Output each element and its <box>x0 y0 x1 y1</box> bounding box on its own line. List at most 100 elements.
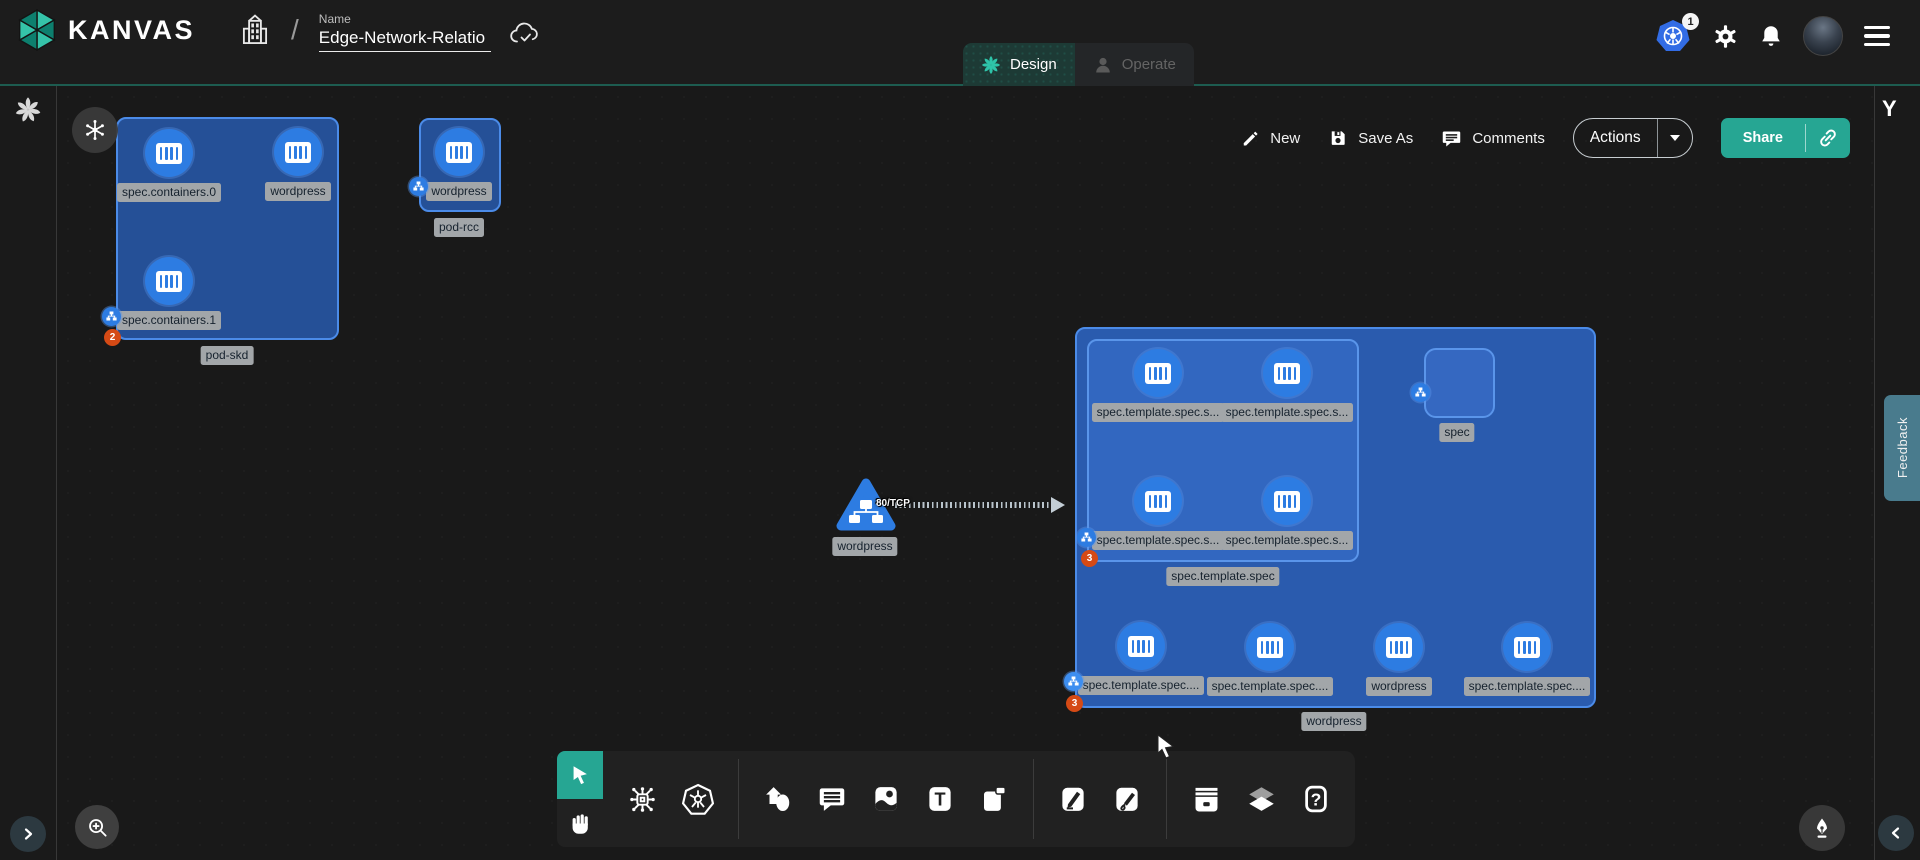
integrations-icon[interactable] <box>627 784 658 815</box>
tab-operate[interactable]: Operate <box>1075 43 1194 86</box>
node-label: spec.template.spec.... <box>1078 676 1205 695</box>
share-button[interactable]: Share <box>1721 118 1850 158</box>
spec-template-spec-label: spec.template.spec <box>1166 567 1279 586</box>
spec-relationship-badge[interactable] <box>1411 383 1430 402</box>
yaml-panel-icon[interactable]: Y <box>1882 96 1897 122</box>
kanvas-swirl-icon[interactable] <box>14 96 42 124</box>
container-node: wordpress <box>223 128 373 201</box>
kubernetes-context-icon[interactable]: 1 <box>1655 18 1693 54</box>
save-icon <box>1328 128 1348 148</box>
wordpress-deployment-label: wordpress <box>1301 712 1366 731</box>
spec-node-label: spec <box>1439 423 1474 442</box>
container-icon[interactable] <box>145 257 193 305</box>
expand-left-panel-button[interactable] <box>10 816 46 852</box>
app-header: KANVAS / <box>0 0 1920 86</box>
node-label: spec.template.spec.s... <box>1221 403 1354 422</box>
organization-icon[interactable] <box>239 13 271 47</box>
menu-icon[interactable] <box>1862 22 1892 50</box>
comment-tool-icon[interactable] <box>817 784 847 814</box>
kanvas-logo-icon <box>16 9 58 51</box>
notifications-bell-icon[interactable] <box>1758 23 1784 50</box>
template-relationship-badge[interactable] <box>1077 528 1096 547</box>
deployment-error-badge[interactable]: 3 <box>1066 695 1083 712</box>
k8s-count-badge: 1 <box>1682 13 1699 30</box>
save-as-button[interactable]: Save As <box>1328 128 1413 148</box>
feedback-label: Feedback <box>1895 417 1910 478</box>
design-name-input[interactable] <box>319 27 491 52</box>
pod-rcc-label: pod-rcc <box>434 218 484 237</box>
kubernetes-icon[interactable] <box>682 783 714 815</box>
operate-person-icon <box>1093 55 1113 75</box>
logo-text: KANVAS <box>68 15 195 46</box>
deployment-relationship-badge[interactable] <box>1064 672 1083 691</box>
node-label: spec.containers.0 <box>117 183 221 202</box>
container-icon[interactable] <box>145 129 193 177</box>
node-label: spec.template.spec.s... <box>1221 531 1354 550</box>
container-icon[interactable] <box>1263 477 1311 525</box>
shapes-tool-icon[interactable] <box>763 784 793 814</box>
note-tool-icon[interactable] <box>979 784 1009 814</box>
copy-link-icon[interactable] <box>1806 127 1850 149</box>
draw-pencil-tool-icon[interactable] <box>1112 784 1142 814</box>
node-label: spec.template.spec.s... <box>1092 403 1225 422</box>
service-edge <box>895 502 1053 508</box>
feedback-tab[interactable]: Feedback <box>1884 395 1920 501</box>
user-avatar[interactable] <box>1803 16 1843 56</box>
new-button[interactable]: New <box>1241 129 1300 148</box>
new-pencil-icon <box>1241 129 1260 148</box>
image-tool-icon[interactable] <box>871 784 901 814</box>
container-icon[interactable] <box>435 128 483 176</box>
container-icon[interactable] <box>274 128 322 176</box>
actions-dropdown-button[interactable]: Actions <box>1573 118 1693 158</box>
kanvas-app: KANVAS / <box>0 0 1920 860</box>
container-node: spec.template.spec.s... <box>1083 349 1233 422</box>
container-icon[interactable] <box>1263 349 1311 397</box>
actions-caret-icon[interactable] <box>1658 135 1692 141</box>
settings-gear-icon[interactable] <box>1712 23 1739 50</box>
text-tool-icon[interactable]: T <box>925 784 955 814</box>
zoom-button[interactable] <box>75 805 119 849</box>
container-node: spec.template.spec.... <box>1452 623 1602 696</box>
tab-design[interactable]: Design <box>963 43 1075 86</box>
pen-nib-button[interactable] <box>1799 805 1845 851</box>
pod-skd-relationship-badge[interactable] <box>102 307 121 326</box>
design-name-label: Name <box>319 12 491 26</box>
comments-button[interactable]: Comments <box>1441 128 1545 149</box>
pod-rcc-relationship-badge[interactable] <box>409 177 428 196</box>
service-edge-label: 80/TCP <box>876 498 910 509</box>
container-icon[interactable] <box>1134 477 1182 525</box>
node-label: spec.template.spec.... <box>1207 677 1334 696</box>
edit-pen-tool-icon[interactable] <box>1058 784 1088 814</box>
svg-text:T: T <box>934 789 945 809</box>
magnifier-plus-icon <box>86 816 109 839</box>
container-node: spec.containers.0 <box>94 129 244 202</box>
service-edge-arrowhead <box>1051 497 1065 513</box>
breadcrumb-separator: / <box>289 14 301 46</box>
layers-tool-icon[interactable] <box>1246 784 1277 815</box>
comments-icon <box>1441 128 1462 149</box>
node-label: wordpress <box>426 182 491 201</box>
collapse-right-panel-button[interactable] <box>1878 815 1914 851</box>
container-icon[interactable] <box>1246 623 1294 671</box>
design-swirl-icon <box>981 55 1001 75</box>
container-node: spec.template.spec.... <box>1066 622 1216 695</box>
help-tool-icon[interactable]: ? <box>1301 784 1331 814</box>
pod-skd-error-badge[interactable]: 2 <box>104 329 121 346</box>
container-node: spec.template.spec.s... <box>1212 477 1362 550</box>
pen-nib-icon <box>1810 816 1834 840</box>
pointer-tool-button[interactable] <box>557 751 603 799</box>
container-icon[interactable] <box>1117 622 1165 670</box>
container-icon[interactable] <box>1134 349 1182 397</box>
mode-tabs: Design Operate <box>963 43 1194 86</box>
drawer-tool-icon[interactable] <box>1191 784 1222 815</box>
spec-node[interactable] <box>1424 348 1495 418</box>
design-name-field: Name <box>319 12 491 52</box>
node-label: wordpress <box>1366 677 1431 696</box>
pan-tool-button[interactable] <box>557 799 603 847</box>
kanvas-logo[interactable]: KANVAS <box>16 9 195 51</box>
container-icon[interactable] <box>1503 623 1551 671</box>
template-error-badge[interactable]: 3 <box>1081 550 1098 567</box>
snowflake-actions-button[interactable] <box>72 107 118 153</box>
container-icon[interactable] <box>1375 623 1423 671</box>
node-label: spec.template.spec.s... <box>1092 531 1225 550</box>
